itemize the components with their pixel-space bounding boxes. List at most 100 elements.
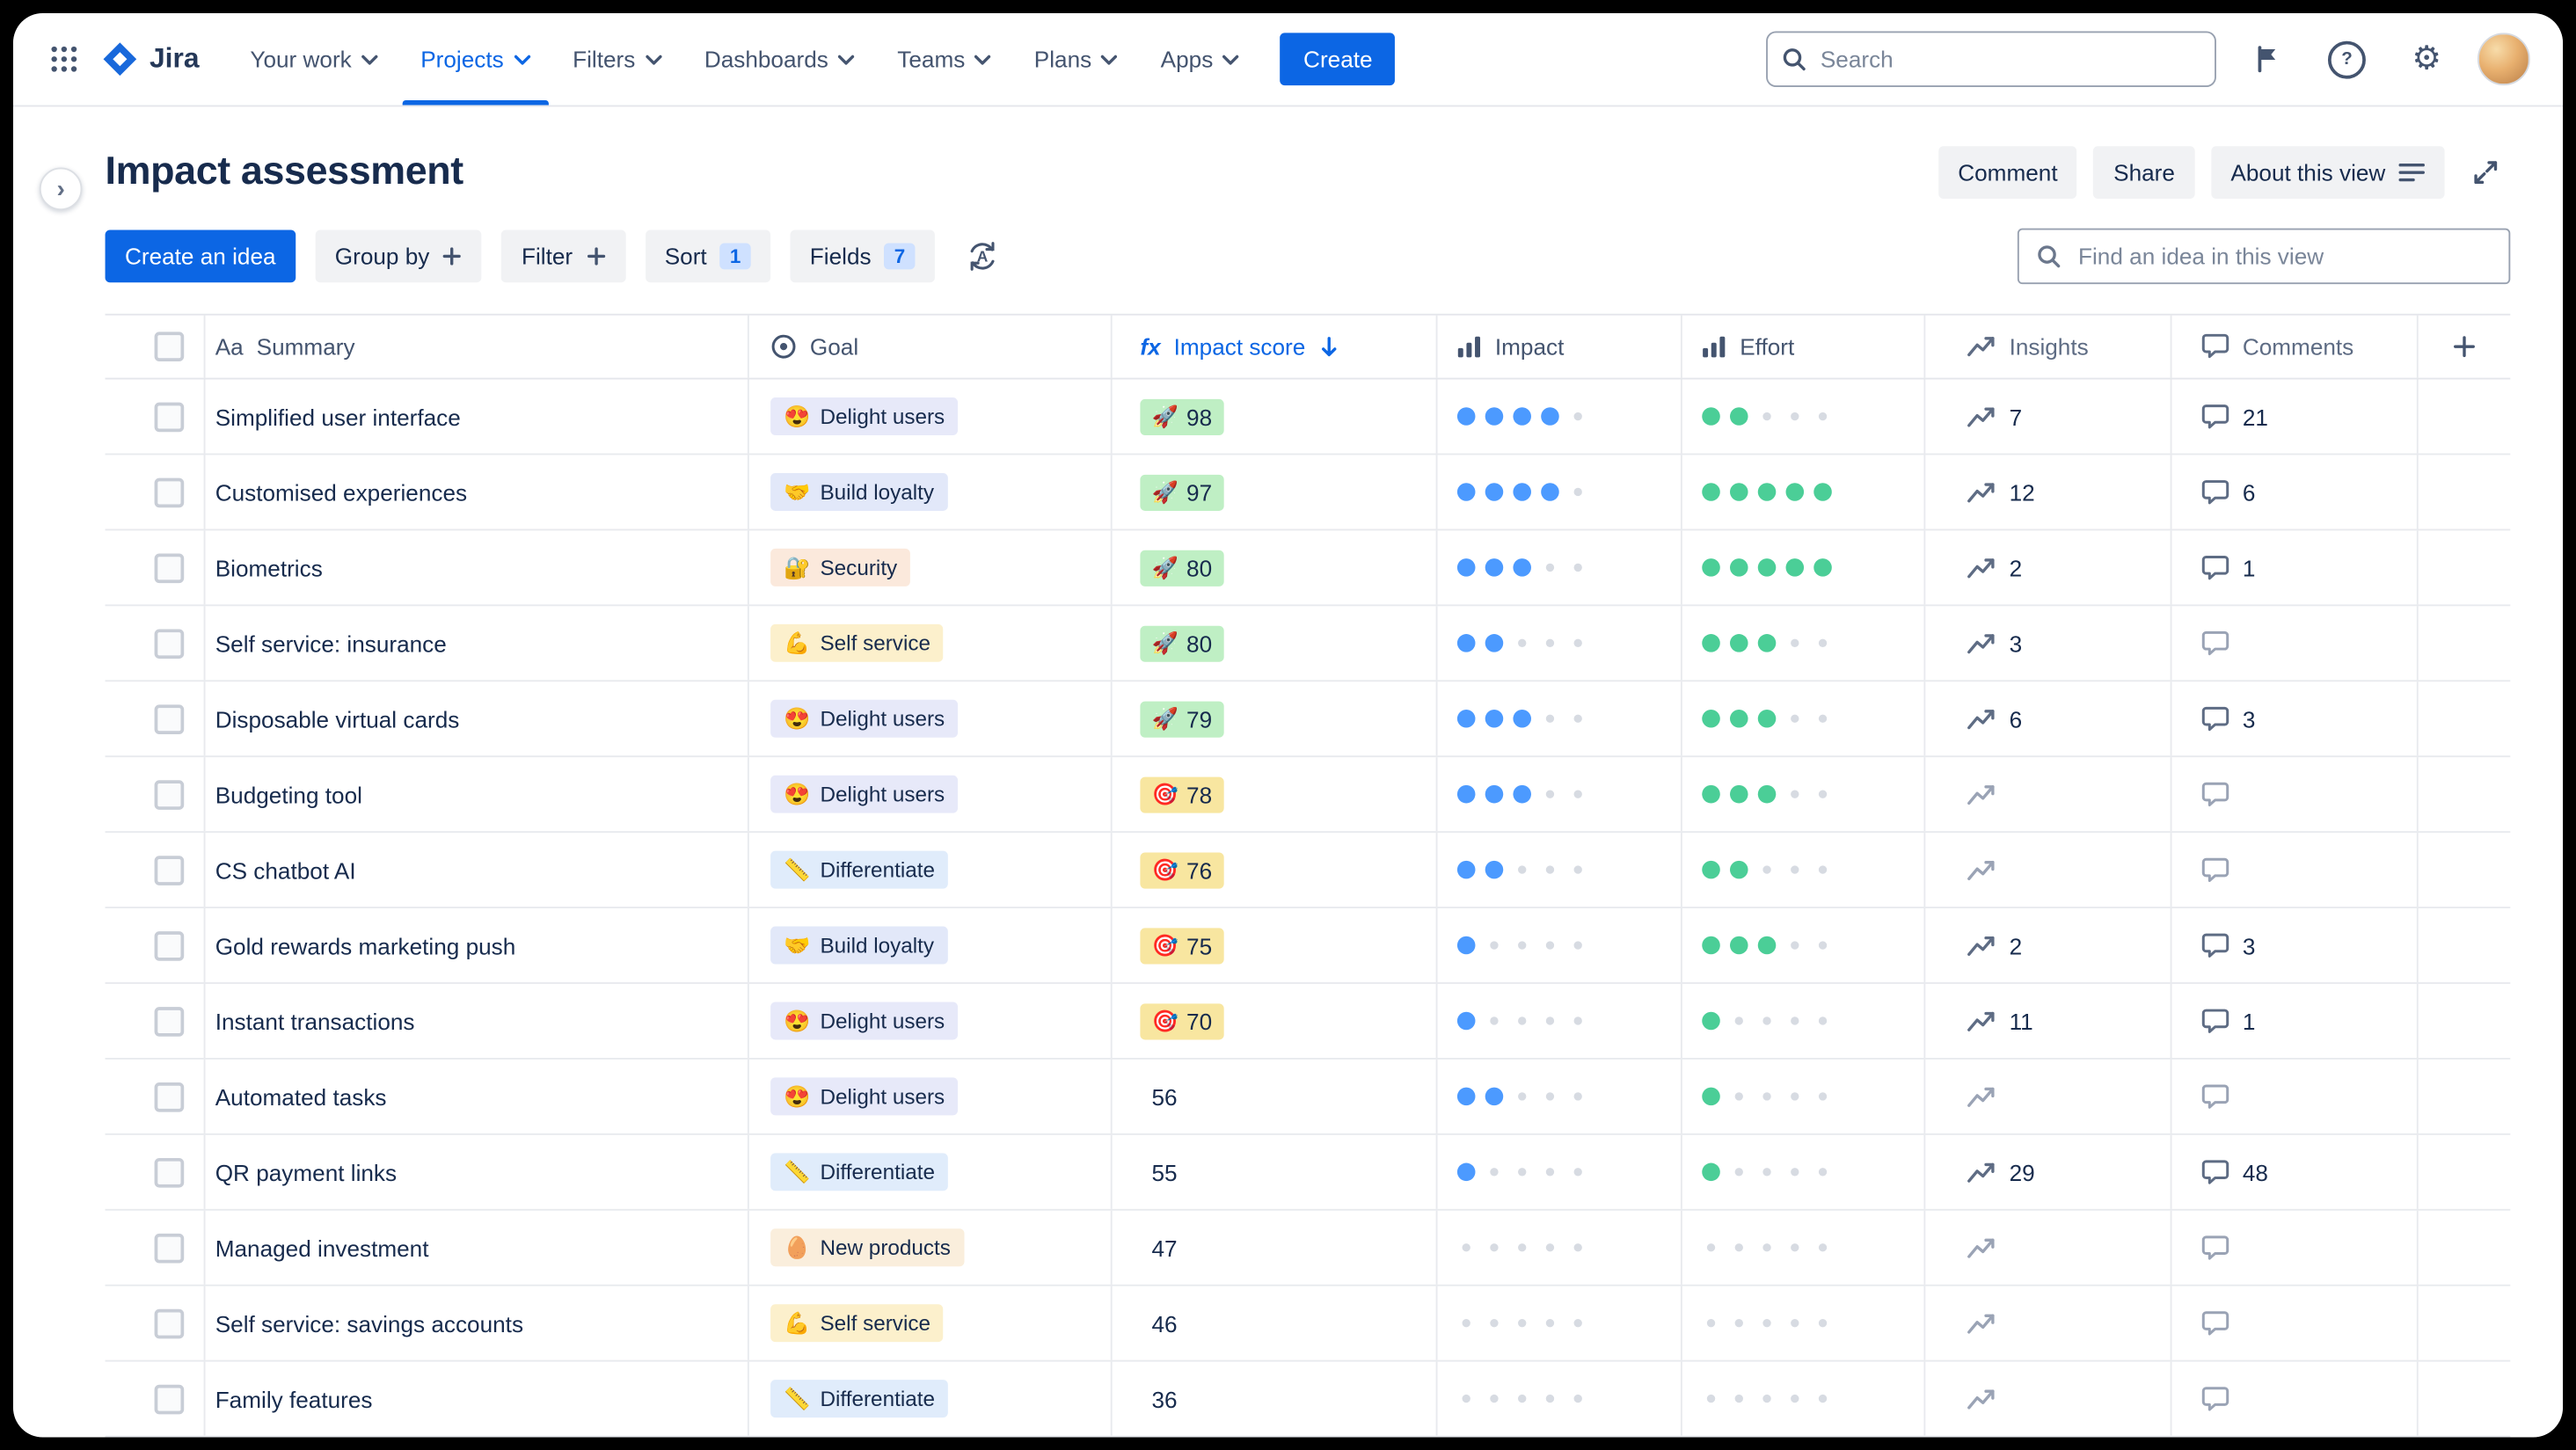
score-cell[interactable]: 47 [1113,1210,1438,1285]
comments-cell[interactable]: 3 [2171,908,2419,983]
impact-cell[interactable] [1438,908,1682,983]
row-checkbox[interactable] [154,855,185,885]
nav-apps[interactable]: Apps [1139,13,1260,106]
summary-cell[interactable]: Budgeting tool [206,757,749,832]
comments-cell[interactable] [2171,1210,2419,1285]
user-avatar[interactable] [2477,33,2530,86]
table-row[interactable]: Self service: insurance 💪 Self service 🚀… [105,606,2511,682]
nav-teams[interactable]: Teams [876,13,1012,106]
column-header-summary[interactable]: Aa Summary [206,315,749,378]
summary-cell[interactable]: Customised experiences [206,455,749,529]
summary-cell[interactable]: Disposable virtual cards [206,681,749,756]
impact-cell[interactable] [1438,1210,1682,1285]
comments-cell[interactable]: 21 [2171,379,2419,454]
impact-cell[interactable] [1438,455,1682,529]
create-idea-button[interactable]: Create an idea [105,230,296,283]
insights-cell[interactable] [1925,1059,2172,1133]
score-cell[interactable]: 56 [1113,1059,1438,1133]
impact-cell[interactable] [1438,1134,1682,1209]
comments-cell[interactable] [2171,833,2419,907]
insights-cell[interactable] [1925,1361,2172,1436]
impact-cell[interactable] [1438,1286,1682,1360]
nav-projects[interactable]: Projects [399,13,551,106]
row-checkbox[interactable] [154,401,185,432]
row-checkbox[interactable] [154,703,185,734]
score-cell[interactable]: 🎯 70 [1113,983,1438,1058]
score-cell[interactable]: 🚀 97 [1113,455,1438,529]
row-checkbox[interactable] [154,628,185,659]
score-cell[interactable]: 🎯 78 [1113,757,1438,832]
comments-cell[interactable] [2171,757,2419,832]
summary-cell[interactable]: Self service: savings accounts [206,1286,749,1360]
effort-cell[interactable] [1682,530,1926,605]
effort-cell[interactable] [1682,1134,1926,1209]
goal-cell[interactable]: 📏 Differentiate [749,1361,1113,1436]
goal-cell[interactable]: 😍 Delight users [749,983,1113,1058]
insights-cell[interactable] [1925,1210,2172,1285]
impact-cell[interactable] [1438,833,1682,907]
nav-your-work[interactable]: Your work [229,13,399,106]
table-row[interactable]: Biometrics 🔐 Security 🚀 80 2 1 [105,530,2511,607]
summary-cell[interactable]: CS chatbot AI [206,833,749,907]
summary-cell[interactable]: Automated tasks [206,1059,749,1133]
column-header-impact-score[interactable]: fx Impact score [1113,315,1438,378]
summary-cell[interactable]: Family features [206,1361,749,1436]
impact-cell[interactable] [1438,1059,1682,1133]
insights-cell[interactable]: 12 [1925,455,2172,529]
jira-logo[interactable]: Jira [102,41,199,77]
filter-button[interactable]: Filter [501,230,625,283]
goal-cell[interactable]: 🤝 Build loyalty [749,455,1113,529]
column-header-insights[interactable]: Insights [1925,315,2172,378]
group-by-button[interactable]: Group by [315,230,483,283]
table-row[interactable]: Customised experiences 🤝 Build loyalty 🚀… [105,455,2511,531]
score-cell[interactable]: 🚀 79 [1113,681,1438,756]
effort-cell[interactable] [1682,833,1926,907]
comments-cell[interactable]: 1 [2171,530,2419,605]
goal-cell[interactable]: 🔐 Security [749,530,1113,605]
effort-cell[interactable] [1682,1210,1926,1285]
insights-cell[interactable]: 6 [1925,681,2172,756]
help-icon[interactable]: ? [2318,31,2375,88]
table-row[interactable]: Self service: savings accounts 💪 Self se… [105,1286,2511,1362]
effort-cell[interactable] [1682,983,1926,1058]
table-row[interactable]: Instant transactions 😍 Delight users 🎯 7… [105,983,2511,1060]
goal-cell[interactable]: 📏 Differentiate [749,833,1113,907]
row-checkbox[interactable] [154,1232,185,1263]
score-cell[interactable]: 🎯 75 [1113,908,1438,983]
row-checkbox[interactable] [154,477,185,507]
row-checkbox[interactable] [154,1006,185,1036]
row-checkbox[interactable] [154,1082,185,1111]
sort-button[interactable]: Sort 1 [645,230,770,283]
row-checkbox[interactable] [154,930,185,960]
score-cell[interactable]: 36 [1113,1361,1438,1436]
table-row[interactable]: Automated tasks 😍 Delight users 56 [105,1059,2511,1135]
insights-cell[interactable] [1925,833,2172,907]
create-button[interactable]: Create [1280,33,1396,86]
comments-cell[interactable]: 6 [2171,455,2419,529]
insights-cell[interactable]: 29 [1925,1134,2172,1209]
summary-cell[interactable]: Instant transactions [206,983,749,1058]
nav-plans[interactable]: Plans [1013,13,1140,106]
impact-cell[interactable] [1438,681,1682,756]
goal-cell[interactable]: 💪 Self service [749,1286,1113,1360]
comments-cell[interactable] [2171,1059,2419,1133]
table-row[interactable]: Managed investment 🥚 New products 47 [105,1210,2511,1286]
notifications-icon[interactable] [2243,34,2292,84]
table-row[interactable]: Disposable virtual cards 😍 Delight users… [105,681,2511,758]
comments-cell[interactable] [2171,1361,2419,1436]
effort-cell[interactable] [1682,1286,1926,1360]
summary-cell[interactable]: Managed investment [206,1210,749,1285]
table-row[interactable]: Family features 📏 Differentiate 36 [105,1361,2511,1438]
goal-cell[interactable]: 🥚 New products [749,1210,1113,1285]
score-cell[interactable]: 🚀 98 [1113,379,1438,454]
table-row[interactable]: Simplified user interface 😍 Delight user… [105,379,2511,455]
insights-cell[interactable]: 7 [1925,379,2172,454]
select-all-checkbox[interactable] [154,332,185,361]
insights-cell[interactable] [1925,1286,2172,1360]
impact-cell[interactable] [1438,983,1682,1058]
effort-cell[interactable] [1682,757,1926,832]
goal-cell[interactable]: 😍 Delight users [749,1059,1113,1133]
impact-cell[interactable] [1438,379,1682,454]
insights-cell[interactable]: 2 [1925,530,2172,605]
effort-cell[interactable] [1682,908,1926,983]
